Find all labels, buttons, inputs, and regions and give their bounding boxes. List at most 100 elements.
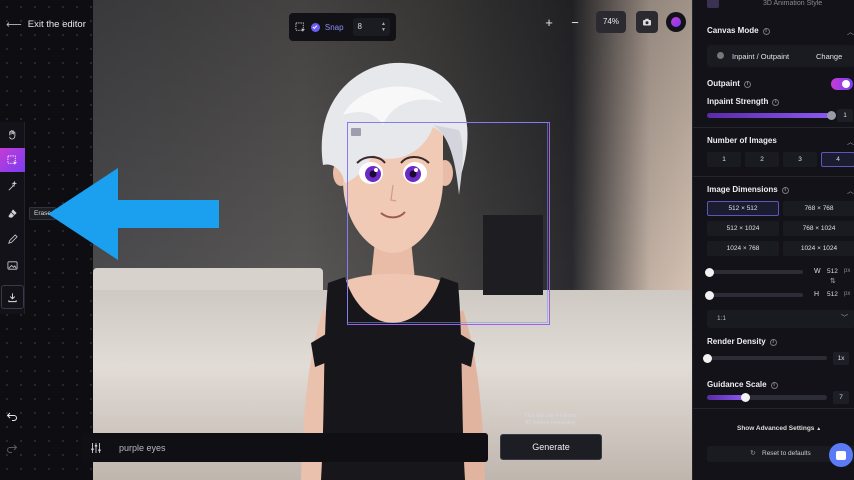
canvas-mode-selector: Inpaint / Outpaint Change xyxy=(707,45,854,67)
height-unit: px xyxy=(844,291,851,297)
width-label: W xyxy=(814,268,821,275)
info-icon[interactable]: i xyxy=(781,187,789,194)
info-icon[interactable]: i xyxy=(770,382,778,389)
dimension-option[interactable]: 1024 × 768 xyxy=(707,241,779,256)
advanced-settings-label: Show Advanced Settings xyxy=(737,425,815,432)
image-tool-button[interactable] xyxy=(0,253,25,277)
info-icon[interactable]: i xyxy=(743,81,751,88)
dimension-option[interactable]: 768 × 768 xyxy=(783,201,854,216)
inpaint-strength-value[interactable]: 1 xyxy=(837,109,853,122)
outpaint-title: Outpaint i xyxy=(707,79,751,88)
canvas-mode-title-text: Canvas Mode xyxy=(707,26,759,35)
slider-thumb[interactable] xyxy=(705,291,714,300)
outpaint-toggle[interactable] xyxy=(831,78,853,90)
reset-defaults-label: Reset to defaults xyxy=(762,450,811,457)
snap-value-input[interactable]: 8 ▲ ▼ xyxy=(352,18,390,36)
slider-thumb[interactable] xyxy=(741,393,751,402)
selection-mode-icon[interactable] xyxy=(295,22,306,33)
token-usage-line: This will use 4 tokens. xyxy=(524,413,578,419)
slider-thumb[interactable] xyxy=(827,111,836,120)
avatar-icon xyxy=(671,17,681,27)
selection-move-handle[interactable] xyxy=(351,128,361,136)
chevron-up-icon[interactable]: ︿ xyxy=(847,27,854,37)
chevron-up-icon[interactable]: ︿ xyxy=(847,186,854,196)
zoom-level[interactable]: 74% xyxy=(596,11,626,33)
canvas-mode-title: Canvas Mode i xyxy=(707,26,770,35)
render-density-title: Render Density i xyxy=(707,337,777,346)
chat-support-button[interactable] xyxy=(829,443,853,467)
dimension-option[interactable]: 512 × 1024 xyxy=(707,221,779,236)
inpaint-strength-slider[interactable] xyxy=(707,111,836,120)
refresh-icon: ↻ xyxy=(750,450,756,457)
slider-fill xyxy=(707,113,831,118)
tool-palette xyxy=(0,122,25,314)
canvas-mode-value: Inpaint / Outpaint xyxy=(732,52,790,61)
zoom-out-button[interactable]: − xyxy=(565,12,585,32)
screenshot-button[interactable] xyxy=(636,11,658,33)
num-images-option[interactable]: 4 xyxy=(821,152,854,167)
settings-panel: 3D Animation Style Canvas Mode i ︿ Inpain… xyxy=(692,0,854,480)
exit-editor-label: Exit the editor xyxy=(27,19,86,30)
hand-icon xyxy=(9,129,16,139)
num-images-option[interactable]: 2 xyxy=(745,152,779,167)
slider-thumb[interactable] xyxy=(703,354,712,363)
render-density-value[interactable]: 1x xyxy=(833,352,849,365)
render-density-slider[interactable] xyxy=(703,354,827,363)
select-area-tool-button[interactable] xyxy=(0,148,25,172)
snap-checkbox[interactable] xyxy=(311,22,320,32)
user-avatar[interactable] xyxy=(666,12,686,32)
dimension-option[interactable]: 1024 × 1024 xyxy=(783,241,854,256)
undo-button[interactable] xyxy=(4,408,20,424)
height-slider[interactable] xyxy=(705,291,803,300)
dimension-option[interactable]: 512 × 512 xyxy=(707,201,779,216)
prompt-input[interactable]: purple eyes xyxy=(119,443,166,453)
aspect-ratio-select[interactable]: 1:1 ﹀ xyxy=(707,310,854,328)
advanced-settings-toggle[interactable]: Show Advanced Settings ▲ xyxy=(737,425,821,432)
width-unit: px xyxy=(844,268,851,274)
check-icon xyxy=(313,25,318,30)
num-images-option[interactable]: 3 xyxy=(783,152,817,167)
slider-thumb[interactable] xyxy=(705,268,714,277)
zoom-in-button[interactable]: + xyxy=(539,12,559,32)
image-icon xyxy=(7,260,18,270)
divider xyxy=(693,408,854,409)
style-thumbnail xyxy=(707,0,719,8)
outpaint-label: Outpaint xyxy=(707,79,740,88)
canvas-mode-change-button[interactable]: Change xyxy=(816,52,842,61)
redo-button[interactable] xyxy=(4,440,20,456)
style-name: 3D Animation Style xyxy=(763,0,823,7)
stepper-arrows-icon[interactable]: ▲ ▼ xyxy=(381,21,386,33)
pencil-tool-button[interactable] xyxy=(0,227,25,251)
info-icon[interactable]: i xyxy=(762,28,770,35)
prompt-bar: purple eyes xyxy=(82,433,488,462)
hand-tool-button[interactable] xyxy=(0,122,25,146)
guidance-scale-value[interactable]: 7 xyxy=(833,391,849,404)
swap-dimensions-icon[interactable]: ⇅ xyxy=(830,277,836,285)
inpaint-strength-title: Inpaint Strength i xyxy=(707,97,780,106)
guidance-scale-slider[interactable] xyxy=(707,393,827,402)
snap-toolbar: Snap 8 ▲ ▼ xyxy=(289,13,396,41)
eraser-tool-button[interactable] xyxy=(0,201,25,225)
snap-label: Snap xyxy=(324,22,344,32)
chevron-up-icon: ▲ xyxy=(816,426,822,432)
generate-button[interactable]: Generate xyxy=(500,434,602,460)
selection-frame-inner xyxy=(347,122,548,323)
chevron-up-icon[interactable]: ︿ xyxy=(847,137,854,147)
width-slider[interactable] xyxy=(705,268,803,277)
selection-frame[interactable] xyxy=(347,122,550,325)
eraser-icon xyxy=(8,208,17,218)
info-icon[interactable]: i xyxy=(769,339,777,346)
dimension-option[interactable]: 768 × 1024 xyxy=(783,221,854,236)
exit-editor-button[interactable]: ⟵ Exit the editor xyxy=(6,18,86,31)
download-button[interactable] xyxy=(1,285,24,309)
chevron-down-icon: ﹀ xyxy=(841,315,848,322)
download-icon xyxy=(8,292,17,302)
num-images-title: Number of Images xyxy=(707,136,777,145)
width-value[interactable]: 512 xyxy=(827,268,838,275)
magic-brush-tool-button[interactable] xyxy=(0,174,25,198)
height-value[interactable]: 512 xyxy=(827,291,838,298)
num-images-option[interactable]: 1 xyxy=(707,152,741,167)
sliders-icon[interactable] xyxy=(90,442,102,454)
info-icon[interactable]: i xyxy=(772,99,780,106)
token-remaining-line: 87 tokens remaining. xyxy=(525,420,577,426)
